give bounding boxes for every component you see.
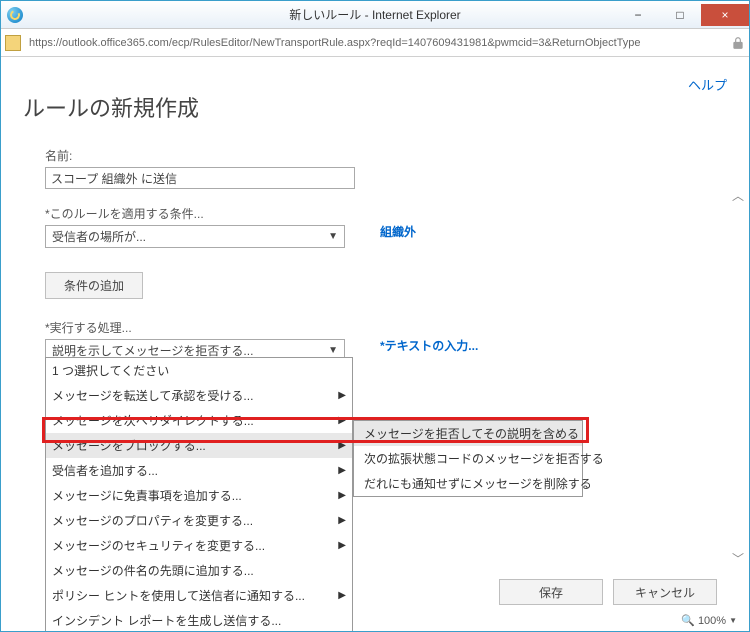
help-link[interactable]: ヘルプ [688, 75, 727, 94]
chevron-down-icon: ▼ [328, 345, 338, 356]
list-item[interactable]: メッセージのセキュリティを変更する...▶ [46, 533, 352, 558]
save-button[interactable]: 保存 [499, 579, 603, 605]
chevron-right-icon: ▶ [338, 440, 346, 451]
close-button[interactable]: × [701, 4, 749, 26]
chevron-right-icon: ▶ [338, 590, 346, 601]
list-item[interactable]: 1 つ選択してください [46, 358, 352, 383]
magnifier-icon: 🔍 [681, 614, 695, 627]
scroll-down-icon[interactable]: ﹀ [729, 550, 747, 567]
chevron-right-icon: ▶ [338, 415, 346, 426]
list-item[interactable]: ポリシー ヒントを使用して送信者に通知する...▶ [46, 583, 352, 608]
maximize-button[interactable]: □ [659, 4, 701, 26]
chevron-right-icon: ▶ [338, 490, 346, 501]
ie-icon [7, 7, 23, 23]
list-item[interactable]: メッセージを次へリダイレクトする...▶ [46, 408, 352, 433]
cancel-button[interactable]: キャンセル [613, 579, 717, 605]
list-item-block-message[interactable]: メッセージをブロックする...▶ [46, 433, 352, 458]
submenu-item-reject-code[interactable]: 次の拡張状態コードのメッセージを拒否する [354, 446, 582, 471]
titlebar: 新しいルール - Internet Explorer − □ × [1, 1, 749, 29]
rule-name-input[interactable] [45, 167, 355, 189]
submenu-item-delete-silent[interactable]: だれにも通知せずにメッセージを削除する [354, 471, 582, 496]
add-condition-button[interactable]: 条件の追加 [45, 272, 143, 299]
scrollbar[interactable]: ︿ ﹀ [729, 187, 747, 567]
page-title: ルールの新規作成 [23, 91, 727, 123]
submenu-item-reject-explain[interactable]: メッセージを拒否してその説明を含める [354, 421, 582, 446]
action-dropdown-list: 1 つ選択してください メッセージを転送して承認を受ける...▶ メッセージを次… [45, 357, 353, 631]
window-title: 新しいルール - Internet Explorer [289, 6, 460, 23]
list-item[interactable]: メッセージに免責事項を追加する...▶ [46, 483, 352, 508]
condition-label: このルールを適用する条件... [45, 205, 727, 222]
address-bar [1, 29, 749, 57]
list-item[interactable]: メッセージのプロパティを変更する...▶ [46, 508, 352, 533]
chevron-right-icon: ▶ [338, 540, 346, 551]
lock-icon [731, 36, 745, 50]
condition-value-link[interactable]: 組織外 [380, 223, 416, 240]
url-input[interactable] [25, 37, 727, 49]
chevron-right-icon: ▶ [338, 390, 346, 401]
chevron-right-icon: ▶ [338, 515, 346, 526]
block-submenu: メッセージを拒否してその説明を含める 次の拡張状態コードのメッセージを拒否する … [353, 420, 583, 497]
list-item[interactable]: 受信者を追加する...▶ [46, 458, 352, 483]
list-item[interactable]: メッセージを転送して承認を受ける...▶ [46, 383, 352, 408]
chevron-down-icon: ▼ [729, 616, 737, 625]
condition-dropdown[interactable]: 受信者の場所が... ▼ [45, 225, 345, 248]
minimize-button[interactable]: − [617, 4, 659, 26]
chevron-right-icon: ▶ [338, 465, 346, 476]
chevron-down-icon: ▼ [328, 231, 338, 242]
action-text-link[interactable]: *テキストの入力... [380, 337, 478, 354]
folder-icon [5, 35, 21, 51]
action-label: 実行する処理... [45, 319, 727, 336]
condition-value: 受信者の場所が... [52, 228, 146, 245]
name-label: 名前: [45, 147, 727, 164]
list-item[interactable]: メッセージの件名の先頭に追加する... [46, 558, 352, 583]
zoom-indicator[interactable]: 🔍 100% ▼ [681, 614, 737, 627]
list-item[interactable]: インシデント レポートを生成し送信する... [46, 608, 352, 631]
scroll-up-icon[interactable]: ︿ [729, 187, 747, 204]
